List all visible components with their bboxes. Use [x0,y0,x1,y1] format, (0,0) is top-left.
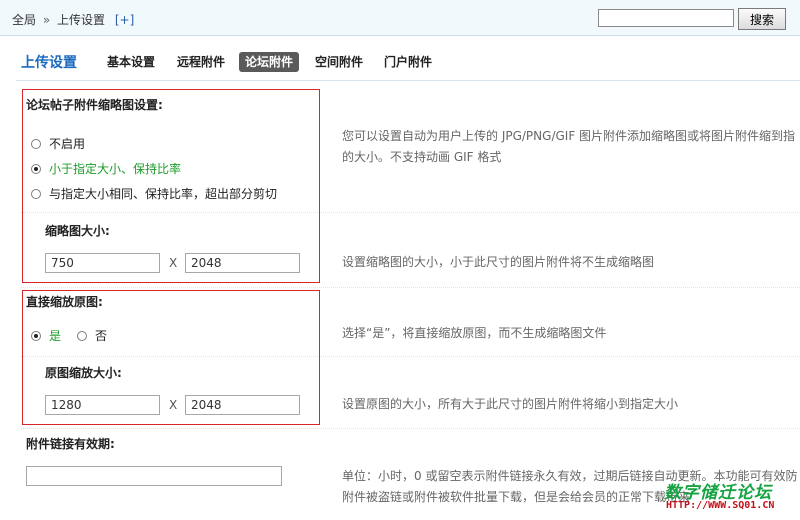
thumb-setting-tip: 您可以设置自动为用户上传的 JPG/PNG/GIF 图片附件添加缩略图或将图片附… [342,126,800,168]
highlight-box-thumbnail [22,89,320,283]
tab-portal-attachments[interactable]: 门户附件 [378,52,438,72]
highlight-box-original [22,290,320,425]
breadcrumb-root-link[interactable]: 全局 [12,13,36,27]
link-expire-title: 附件链接有效期: [26,437,115,451]
row-divider [21,428,800,429]
page-title: 上传设置 [21,55,77,71]
add-shortcut-link[interactable]: [+] [115,13,134,27]
thumb-tip-line1: 您可以设置自动为用户上传的 JPG/PNG/GIF 图片附件添加缩略图或将图片附… [342,129,796,143]
row-divider [21,287,800,288]
search-button[interactable]: 搜索 [738,8,786,30]
watermark-url: HTTP://WWW.SQ01.CN [666,500,775,511]
link-expire-input[interactable] [26,466,282,486]
breadcrumb: 全局 » 上传设置 [+] [12,11,134,28]
tab-underline [16,80,800,81]
tab-space-attachments[interactable]: 空间附件 [309,52,369,72]
breadcrumb-current: 上传设置 [57,13,106,27]
tab-forum-attachments[interactable]: 论坛附件 [239,52,300,72]
breadcrumb-separator: » [42,13,51,27]
original-size-tip: 设置原图的大小，所有大于此尺寸的图片附件将缩小到指定大小 [342,397,679,411]
thumb-size-tip: 设置缩略图的大小，小于此尺寸的图片附件将不生成缩略图 [342,255,655,269]
top-bar: 全局 » 上传设置 [+] 搜索 [0,0,800,36]
direct-scale-tip: 选择“是”，将直接缩放原图，而不生成缩略图文件 [342,326,607,340]
tab-remote-attachments[interactable]: 远程附件 [171,52,231,72]
thumb-tip-line2: 的大小。不支持动画 GIF 格式 [342,150,502,164]
search-input[interactable] [598,9,734,27]
tab-basic-settings[interactable]: 基本设置 [101,52,161,72]
